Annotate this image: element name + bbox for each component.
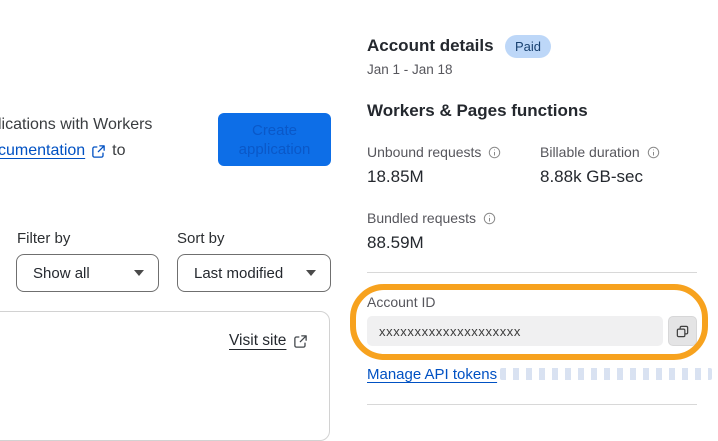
- documentation-link[interactable]: cumentation: [0, 142, 85, 160]
- metric-label-unbound-requests: Unbound requests: [367, 144, 501, 160]
- application-list-card: [0, 311, 330, 441]
- info-icon[interactable]: [647, 146, 660, 159]
- visit-site-row: Visit site: [229, 332, 308, 350]
- divider: [367, 404, 697, 405]
- account-id-input[interactable]: [367, 316, 663, 346]
- filter-dropdown-value: Show all: [33, 264, 90, 282]
- info-icon[interactable]: [488, 146, 501, 159]
- copy-icon: [675, 324, 690, 339]
- metric-label-bundled-requests: Bundled requests: [367, 210, 496, 226]
- metric-value-billable-duration: 8.88k GB-sec: [540, 167, 643, 186]
- external-link-icon: [293, 334, 308, 349]
- chevron-down-icon: [306, 270, 316, 276]
- intro-text-line1: lications with Workers: [0, 116, 153, 133]
- metric-value-unbound-requests: 18.85M: [367, 167, 424, 186]
- date-range: Jan 1 - Jan 18: [367, 62, 453, 77]
- sort-dropdown[interactable]: Last modified: [177, 254, 331, 292]
- faint-artifact-pattern: [500, 368, 712, 380]
- filter-by-label: Filter by: [17, 230, 71, 247]
- intro-text-line2: cumentation to: [0, 142, 126, 160]
- metric-label-text: Unbound requests: [367, 144, 482, 160]
- metric-value-bundled-requests: 88.59M: [367, 233, 424, 252]
- info-icon[interactable]: [483, 212, 496, 225]
- workers-pages-functions-title: Workers & Pages functions: [367, 101, 588, 120]
- copy-account-id-button[interactable]: [668, 316, 697, 346]
- account-details-title: Account details: [367, 36, 494, 55]
- visit-site-link[interactable]: Visit site: [229, 332, 286, 350]
- chevron-down-icon: [134, 270, 144, 276]
- intro-text-after-link: to: [112, 142, 126, 159]
- metric-label-text: Billable duration: [540, 144, 640, 160]
- filter-dropdown[interactable]: Show all: [16, 254, 159, 292]
- metric-label-billable-duration: Billable duration: [540, 144, 660, 160]
- metric-label-text: Bundled requests: [367, 210, 476, 226]
- account-id-label: Account ID: [367, 294, 436, 310]
- external-link-icon: [91, 144, 106, 159]
- plan-badge: Paid: [505, 35, 552, 58]
- create-application-button[interactable]: Create application: [218, 113, 331, 166]
- divider: [367, 272, 697, 273]
- sort-by-label: Sort by: [177, 230, 225, 247]
- sort-dropdown-value: Last modified: [194, 264, 284, 282]
- manage-api-tokens-link[interactable]: Manage API tokens: [367, 366, 497, 383]
